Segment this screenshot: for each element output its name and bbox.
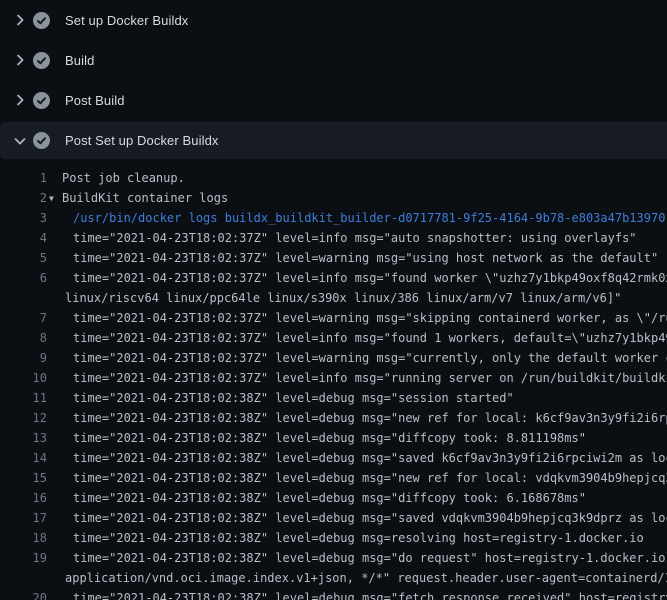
line-number[interactable]: 6 — [0, 271, 47, 285]
chevron-down-icon — [12, 133, 28, 149]
log-line-wrap: linux/riscv64 linux/ppc64le linux/s390x … — [0, 288, 667, 308]
log-line: 10 time="2021-04-23T18:02:37Z" level=info… — [0, 368, 667, 388]
line-number[interactable]: 13 — [0, 431, 47, 445]
log-text: linux/riscv64 linux/ppc64le linux/s390x … — [62, 291, 621, 305]
log-command-text: /usr/bin/docker logs buildx_buildkit_bui… — [62, 211, 665, 225]
steps-list: Set up Docker Buildx Build Post Build Po… — [0, 0, 667, 159]
log-group-label: BuildKit container logs — [62, 191, 228, 205]
step-header-post-build[interactable]: Post Build — [0, 80, 667, 120]
step-title: Build — [65, 53, 94, 68]
log-line: 5 time="2021-04-23T18:02:37Z" level=warni… — [0, 248, 667, 268]
line-number[interactable]: 14 — [0, 451, 47, 465]
log-text: time="2021-04-23T18:02:38Z" level=debug … — [62, 491, 586, 505]
log-text: time="2021-04-23T18:02:38Z" level=debug … — [62, 431, 586, 445]
log-text: time="2021-04-23T18:02:38Z" level=debug … — [62, 451, 667, 465]
log-line: 13 time="2021-04-23T18:02:38Z" level=debu… — [0, 428, 667, 448]
log-text: Post job cleanup. — [62, 171, 185, 185]
log-line: 16 time="2021-04-23T18:02:38Z" level=debu… — [0, 488, 667, 508]
check-circle-icon — [33, 132, 50, 149]
line-number[interactable]: 18 — [0, 531, 47, 545]
check-circle-icon — [33, 52, 50, 69]
step-header-setup-docker-buildx[interactable]: Set up Docker Buildx — [0, 0, 667, 40]
log-line: 17 time="2021-04-23T18:02:38Z" level=debu… — [0, 508, 667, 528]
check-circle-icon — [33, 12, 50, 29]
log-text: time="2021-04-23T18:02:37Z" level=info m… — [62, 331, 667, 345]
log-line: 6 time="2021-04-23T18:02:37Z" level=info … — [0, 268, 667, 288]
log-text: time="2021-04-23T18:02:38Z" level=debug … — [62, 531, 644, 545]
line-number[interactable]: 20 — [0, 591, 47, 600]
log-text: time="2021-04-23T18:02:37Z" level=warnin… — [62, 251, 658, 265]
step-header-post-setup-docker-buildx[interactable]: Post Set up Docker Buildx — [0, 122, 667, 159]
line-number[interactable]: 1 — [0, 171, 47, 185]
line-number[interactable]: 10 — [0, 371, 47, 385]
line-number[interactable]: 12 — [0, 411, 47, 425]
log-text: time="2021-04-23T18:02:37Z" level=info m… — [62, 231, 637, 245]
log-line: 18 time="2021-04-23T18:02:38Z" level=debu… — [0, 528, 667, 548]
log-line: 7 time="2021-04-23T18:02:37Z" level=warni… — [0, 308, 667, 328]
log-text: time="2021-04-23T18:02:38Z" level=debug … — [62, 551, 667, 565]
log-line: 14 time="2021-04-23T18:02:38Z" level=debu… — [0, 448, 667, 468]
log-text: ▼BuildKit container logs — [62, 191, 228, 205]
line-number[interactable]: 15 — [0, 471, 47, 485]
log-line-wrap: application/vnd.oci.image.index.v1+json,… — [0, 568, 667, 588]
line-number[interactable]: 11 — [0, 391, 47, 405]
line-number[interactable]: 5 — [0, 251, 47, 265]
chevron-right-icon — [12, 52, 28, 68]
group-toggle-icon[interactable]: ▼ — [49, 194, 62, 203]
line-number[interactable]: 19 — [0, 551, 47, 565]
step-title: Post Build — [65, 93, 125, 108]
log-text: time="2021-04-23T18:02:37Z" level=info m… — [62, 271, 667, 285]
chevron-right-icon — [12, 12, 28, 28]
line-number[interactable]: 8 — [0, 331, 47, 345]
line-number[interactable]: 9 — [0, 351, 47, 365]
log-line: 12 time="2021-04-23T18:02:38Z" level=debu… — [0, 408, 667, 428]
line-number[interactable]: 3 — [0, 211, 47, 225]
log-line: 8 time="2021-04-23T18:02:37Z" level=info … — [0, 328, 667, 348]
step-header-build[interactable]: Build — [0, 40, 667, 80]
log-line: 1 Post job cleanup. — [0, 168, 667, 188]
log-text: time="2021-04-23T18:02:38Z" level=debug … — [62, 591, 667, 600]
log-line: 19 time="2021-04-23T18:02:38Z" level=debu… — [0, 548, 667, 568]
step-title: Post Set up Docker Buildx — [65, 133, 219, 148]
line-number[interactable]: 16 — [0, 491, 47, 505]
line-number[interactable]: 17 — [0, 511, 47, 525]
log-text: time="2021-04-23T18:02:38Z" level=debug … — [62, 511, 667, 525]
log-line: 11 time="2021-04-23T18:02:38Z" level=debu… — [0, 388, 667, 408]
log-text: time="2021-04-23T18:02:38Z" level=debug … — [62, 471, 667, 485]
check-circle-icon — [33, 92, 50, 109]
log-line: 2▼BuildKit container logs — [0, 188, 667, 208]
log-line: 20 time="2021-04-23T18:02:38Z" level=debu… — [0, 588, 667, 600]
log-line: 9 time="2021-04-23T18:02:37Z" level=warni… — [0, 348, 667, 368]
log-line: 4 time="2021-04-23T18:02:37Z" level=info … — [0, 228, 667, 248]
line-number[interactable]: 2 — [0, 191, 47, 205]
log-text: time="2021-04-23T18:02:38Z" level=debug … — [62, 411, 667, 425]
log-line: 3/usr/bin/docker logs buildx_buildkit_bu… — [0, 208, 667, 228]
log-text: time="2021-04-23T18:02:37Z" level=warnin… — [62, 351, 667, 365]
line-number[interactable]: 7 — [0, 311, 47, 325]
step-title: Set up Docker Buildx — [65, 13, 188, 28]
log-text: time="2021-04-23T18:02:37Z" level=info m… — [62, 371, 667, 385]
log-text: application/vnd.oci.image.index.v1+json,… — [62, 571, 667, 585]
line-number[interactable]: 4 — [0, 231, 47, 245]
log-text: time="2021-04-23T18:02:38Z" level=debug … — [62, 391, 514, 405]
chevron-right-icon — [12, 92, 28, 108]
log-text: time="2021-04-23T18:02:37Z" level=warnin… — [62, 311, 667, 325]
log-line: 15 time="2021-04-23T18:02:38Z" level=debu… — [0, 468, 667, 488]
log-viewer: 1Post job cleanup. 2▼BuildKit container … — [0, 159, 667, 600]
